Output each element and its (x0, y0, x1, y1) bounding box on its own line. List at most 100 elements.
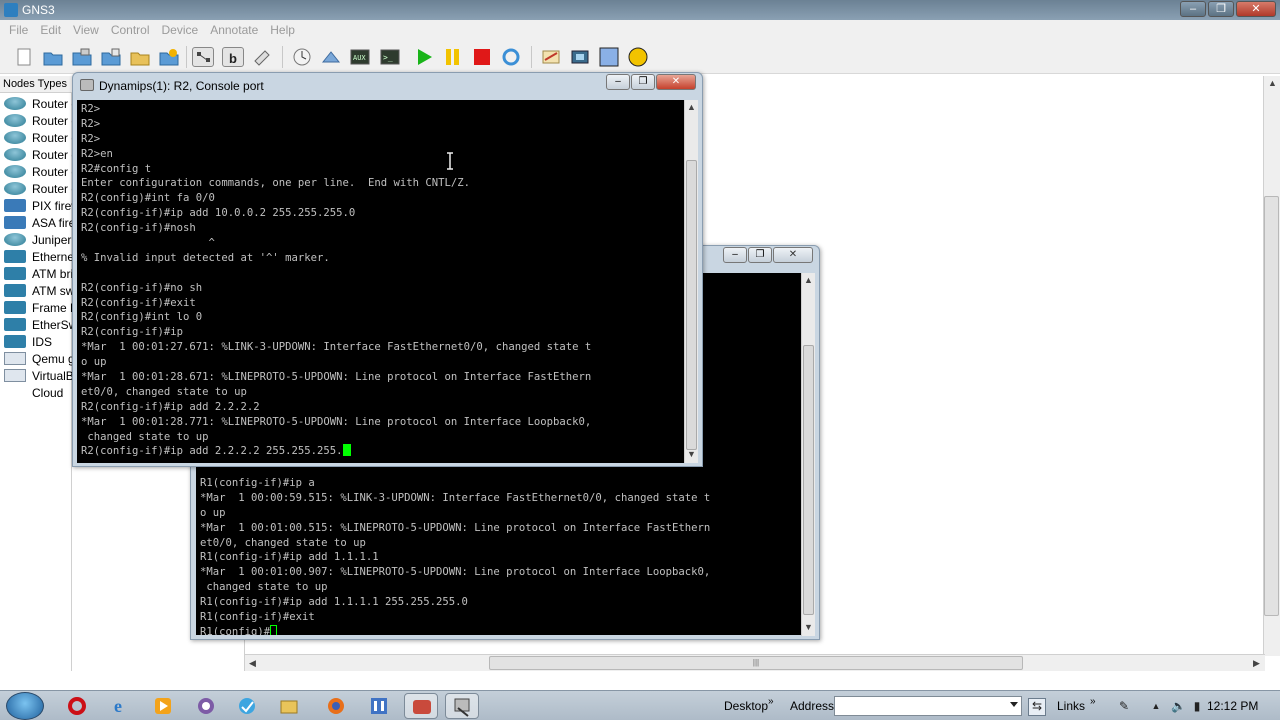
terminal-line: et0/0, changed state to up (200, 536, 366, 549)
gns3-taskbar-icon[interactable] (368, 695, 390, 717)
menu-view[interactable]: View (73, 23, 99, 37)
suspend-all-icon[interactable] (442, 47, 464, 67)
node-type-item[interactable]: Qemu g (4, 350, 72, 367)
explorer-icon[interactable] (278, 695, 300, 717)
import-icon[interactable] (129, 47, 151, 67)
notepad-tray-icon[interactable]: ✎ (1117, 699, 1131, 713)
router-icon (4, 131, 26, 144)
save-project-icon[interactable] (71, 47, 93, 67)
svg-text:>_: >_ (383, 53, 393, 62)
links-toolbar-label[interactable]: Links (1057, 699, 1085, 713)
console-all-icon[interactable]: >_ (379, 47, 401, 67)
workspace-vertical-scroll-thumb[interactable] (1264, 196, 1279, 616)
putty-taskbar-icon[interactable] (445, 693, 479, 719)
add-link-icon[interactable] (251, 47, 273, 67)
node-type-item[interactable]: Juniper (4, 231, 72, 248)
node-type-item[interactable]: ASA firew (4, 214, 72, 231)
menu-control[interactable]: Control (111, 23, 150, 37)
node-type-item[interactable]: Router c (4, 129, 72, 146)
r2-console-title-bar[interactable]: Dynamips(1): R2, Console port – ❐ ✕ (73, 73, 702, 99)
node-type-item[interactable]: Cloud (4, 384, 72, 401)
reload-all-icon[interactable] (500, 47, 522, 67)
menu-file[interactable]: File (9, 23, 28, 37)
restore-button[interactable]: ❐ (1208, 1, 1234, 17)
network-tray-icon[interactable]: ▮ (1190, 699, 1204, 713)
address-input[interactable] (834, 696, 1022, 716)
menu-annotate[interactable]: Annotate (210, 23, 258, 37)
media-player-icon[interactable] (152, 695, 174, 717)
network-icon[interactable] (236, 695, 258, 717)
menu-help[interactable]: Help (270, 23, 295, 37)
terminal-line: R2(config-if)#ip add 10.0.0.2 255.255.25… (81, 207, 356, 220)
r1-terminal-output[interactable]: R1(config-if)#ip a *Mar 1 00:00:59.515: %… (196, 474, 801, 635)
volume-icon[interactable]: 🔈 (1171, 699, 1186, 713)
draw-rectangle-icon[interactable] (598, 47, 620, 67)
r2-console-scroll-thumb[interactable] (686, 160, 697, 450)
internet-explorer-icon[interactable]: e (110, 695, 132, 717)
r1-restore-button[interactable]: ❐ (748, 247, 772, 263)
r1-console-scroll-thumb[interactable] (803, 345, 814, 615)
r1-close-button[interactable]: ✕ (773, 247, 813, 263)
dynamips-taskbar-icon[interactable] (404, 693, 438, 719)
node-type-item[interactable]: IDS (4, 333, 72, 350)
node-type-item[interactable]: ATM bri (4, 265, 72, 282)
links-chevron[interactable]: » (1090, 696, 1096, 707)
windows-taskbar: e Desktop » Address ⇆ Links » ✎ ▲ 🔈 ▮ 12… (0, 690, 1280, 720)
r2-restore-button[interactable]: ❐ (631, 74, 655, 90)
desktop-chevron[interactable]: » (768, 696, 774, 707)
node-type-item[interactable]: EtherSw (4, 316, 72, 333)
terminal-line: % Invalid input detected at '^' marker. (81, 251, 330, 264)
console-aux-icon[interactable]: AUX (349, 47, 371, 67)
start-all-icon[interactable] (413, 47, 435, 67)
r2-console-scrollbar[interactable]: ▲ ▼ (684, 100, 698, 463)
desktop-toolbar-label[interactable]: Desktop (724, 699, 768, 713)
firefox-icon[interactable] (325, 695, 347, 717)
node-type-item[interactable]: Router c (4, 146, 72, 163)
node-type-item[interactable]: Router c (4, 180, 72, 197)
terminal-line: *Mar 1 00:01:27.671: %LINK-3-UPDOWN: Int… (81, 341, 592, 354)
node-type-item[interactable]: Router c (4, 163, 72, 180)
node-type-item[interactable]: PIX firew (4, 197, 72, 214)
edit-note-icon[interactable] (540, 47, 562, 67)
export-icon[interactable] (158, 47, 180, 67)
r2-close-button[interactable]: ✕ (656, 74, 696, 90)
stop-all-icon[interactable] (471, 47, 493, 67)
clock[interactable]: 12:12 PM (1207, 699, 1258, 713)
workspace-horizontal-scrollbar[interactable]: ◀ ||| ▶ (245, 654, 1265, 671)
workspace-vertical-scrollbar[interactable]: ▲ (1263, 76, 1280, 656)
new-project-icon[interactable] (13, 47, 35, 67)
messenger-icon[interactable] (195, 695, 217, 717)
node-type-item[interactable]: Router c (4, 95, 72, 112)
minimize-button[interactable]: – (1180, 1, 1206, 17)
node-type-item[interactable]: VirtualB (4, 367, 72, 384)
show-interface-labels-icon[interactable] (192, 47, 214, 67)
opera-icon[interactable] (66, 695, 88, 717)
open-project-icon[interactable] (42, 47, 64, 67)
r2-console-window[interactable]: Dynamips(1): R2, Console port – ❐ ✕ R2> R… (72, 72, 703, 467)
node-type-item[interactable]: Router c (4, 112, 72, 129)
snapshot-icon[interactable] (291, 47, 313, 67)
r2-terminal-output[interactable]: R2> R2> R2> R2>en R2#config t Enter configura… (77, 100, 684, 463)
r1-minimize-button[interactable]: – (723, 247, 747, 263)
capture-icon[interactable] (320, 47, 342, 67)
menu-device[interactable]: Device (162, 23, 199, 37)
address-dropdown-arrow[interactable] (1010, 702, 1018, 707)
r1-console-scrollbar[interactable]: ▲ ▼ (801, 273, 815, 636)
r2-minimize-button[interactable]: – (606, 74, 630, 90)
show-hidden-icons-icon[interactable]: ▲ (1149, 699, 1163, 713)
save-as-icon[interactable] (100, 47, 122, 67)
terminal-line: R2(config-if)#no sh (81, 281, 203, 294)
node-type-item[interactable]: Frame R (4, 299, 72, 316)
terminal-line: R2>en (81, 147, 113, 160)
close-button[interactable]: ✕ (1236, 1, 1276, 17)
firewall-icon (4, 216, 26, 229)
node-type-item[interactable]: ATM sw (4, 282, 72, 299)
insert-picture-icon[interactable] (569, 47, 591, 67)
add-note-icon[interactable]: b (222, 47, 244, 67)
workspace-horizontal-scroll-thumb[interactable]: ||| (489, 656, 1023, 670)
node-type-item[interactable]: Etherne (4, 248, 72, 265)
menu-edit[interactable]: Edit (40, 23, 61, 37)
draw-ellipse-icon[interactable] (627, 47, 649, 67)
start-button[interactable] (6, 692, 44, 720)
go-icon[interactable]: ⇆ (1028, 698, 1046, 716)
